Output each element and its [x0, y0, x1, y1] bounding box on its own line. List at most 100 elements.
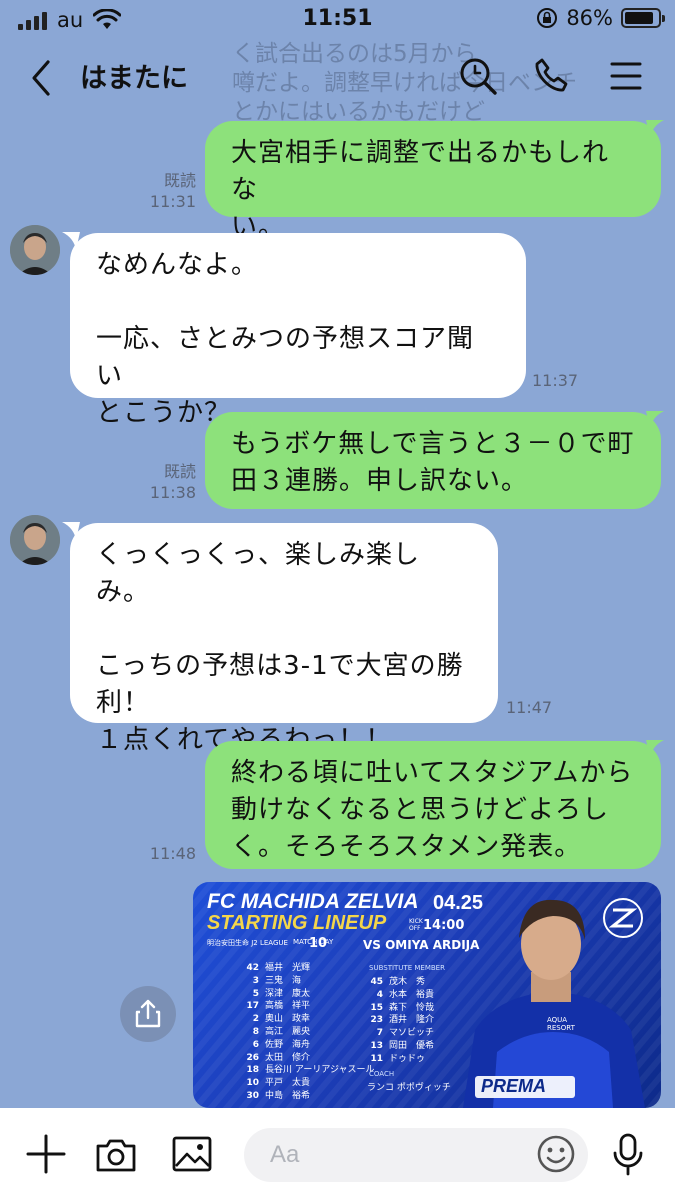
message-time: 11:48 — [149, 844, 196, 863]
avatar-photo — [10, 515, 60, 565]
player-number: 17 — [246, 1001, 259, 1012]
message-line — [96, 284, 500, 321]
team-name: FC MACHIDA ZELVIA — [207, 890, 419, 913]
message-line: く。そろそろスタメン発表。 — [231, 832, 582, 862]
incoming-message[interactable]: なめんなよ。 一応、さとみつの予想スコア聞い とこうか？ — [70, 233, 526, 428]
player-number: 13 — [370, 1040, 383, 1051]
microphone-icon[interactable] — [606, 1132, 650, 1176]
player-number: 30 — [246, 1090, 259, 1101]
player-number: 11 — [370, 1053, 383, 1064]
player-name: 森下 怜哉 — [389, 1002, 435, 1013]
message-time: 11:37 — [532, 371, 579, 390]
sponsor-logo: PREMA — [481, 1076, 547, 1096]
battery-percent: 86% — [566, 6, 613, 30]
search-icon[interactable] — [456, 54, 500, 98]
player-name: ドゥドゥ — [389, 1053, 426, 1064]
player-number: 10 — [246, 1078, 259, 1089]
club-crest-icon — [603, 898, 643, 938]
message-line: こっちの予想は3-1で大宮の勝 — [96, 651, 464, 681]
lineup-row: 10 平戸 太貴 — [237, 1077, 375, 1090]
player-name: 酒井 隆介 — [389, 1015, 435, 1026]
avatar[interactable] — [10, 515, 60, 565]
message-line: 一応、さとみつの予想スコア聞い — [96, 324, 475, 391]
lineup-row: 7 マソビッチ — [361, 1027, 434, 1040]
message-line: なめんなよ。 — [96, 250, 259, 280]
lineup-row: 6 佐野 海舟 — [237, 1039, 375, 1052]
incoming-message[interactable]: くっくっくっ、楽しみ楽しみ。 こっちの予想は3-1で大宮の勝 利！ １点くれてや… — [70, 523, 498, 755]
lineup-row: 18 長谷川 アーリアジャスール — [237, 1064, 375, 1077]
ghost-line: く試合出るのは5月から — [232, 41, 477, 67]
player-name: 福井 光輝 — [265, 963, 311, 973]
lineup-row: 15 森下 怜哉 — [361, 1002, 434, 1015]
player-number: 15 — [370, 1002, 383, 1013]
chat-title[interactable]: はまたに — [80, 56, 188, 95]
bubble-tail — [646, 740, 664, 758]
player-name: 茂木 秀 — [389, 977, 426, 987]
lineup-row: 42 福井 光輝 — [237, 962, 375, 975]
lineup-row: 4 水本 裕貴 — [361, 989, 434, 1002]
message-meta: 既読 11:38 — [140, 461, 196, 503]
outgoing-message[interactable]: 大宮相手に調整で出るかもしれな い。 — [205, 121, 661, 242]
player-number: 2 — [252, 1014, 259, 1025]
lineup-image-message[interactable]: FC MACHIDA ZELVIA 04.25 STARTING LINEUP … — [193, 882, 661, 1108]
match-date: 04.25 — [433, 892, 484, 914]
read-receipt: 既読 — [163, 171, 196, 190]
player-name: 奥山 政幸 — [265, 1014, 311, 1025]
emoji-icon[interactable] — [536, 1134, 576, 1174]
player-name: 長谷川 アーリアジャスール — [265, 1065, 375, 1076]
lineup-row: 5 深津 康太 — [237, 988, 375, 1001]
lineup-row: 8 高江 麗央 — [237, 1026, 375, 1039]
phone-icon[interactable] — [530, 54, 574, 98]
share-button[interactable] — [120, 986, 176, 1042]
status-bar: au 11:51 86% — [0, 0, 675, 40]
opponent-label: VS OMIYA ARDIJA — [363, 938, 480, 952]
starting-lineup-heading: STARTING LINEUP — [207, 912, 387, 934]
starter-list: 42 福井 光輝 3 三鬼 海 5 深津 康太 17 高橋 祥平 2 奥山 政幸 8 高江 麗央 6 佐野… — [237, 962, 375, 1103]
coach-label: COACH — [369, 1070, 395, 1078]
lineup-row: 23 酒井 隆介 — [361, 1014, 434, 1027]
lineup-row: 26 太田 修介 — [237, 1052, 375, 1065]
message-line: もうボケ無しで言うと３－０で町 — [231, 429, 635, 459]
player-number: 23 — [370, 1015, 383, 1026]
message-meta: 既読 11:31 — [140, 170, 196, 212]
coach-name: ランコ ポポヴィッチ — [367, 1083, 451, 1093]
player-number: 42 — [246, 963, 259, 973]
menu-icon[interactable] — [604, 54, 648, 98]
player-name: 平戸 太貴 — [265, 1078, 311, 1089]
image-icon[interactable] — [170, 1132, 214, 1176]
player-number: 6 — [252, 1039, 259, 1050]
league-label: 明治安田生命 J2 LEAGUE — [207, 939, 288, 947]
player-number: 45 — [370, 977, 383, 987]
chevron-left-icon[interactable] — [26, 58, 56, 98]
avatar[interactable] — [10, 225, 60, 275]
player-number: 3 — [252, 975, 259, 986]
substitute-list: 45 茂木 秀 4 水本 裕貴 15 森下 怜哉 23 酒井 隆介 7 マソビッチ 13 岡田 優希 1… — [361, 976, 434, 1066]
player-number: 7 — [376, 1028, 383, 1039]
read-receipt: 既読 — [163, 462, 196, 481]
lineup-row: 13 岡田 優希 — [361, 1040, 434, 1053]
player-name: 太田 修介 — [265, 1052, 311, 1063]
player-name: 佐野 海舟 — [265, 1039, 311, 1050]
message-time: 11:47 — [506, 698, 553, 717]
bubble-tail — [646, 120, 664, 138]
player-name: 高江 麗央 — [265, 1026, 311, 1037]
lineup-row: 11 ドゥドゥ — [361, 1053, 434, 1066]
plus-icon[interactable] — [24, 1132, 68, 1176]
player-number: 5 — [252, 988, 259, 999]
player-name: 高橋 祥平 — [265, 1001, 311, 1012]
camera-icon[interactable] — [94, 1132, 138, 1176]
message-time: 11:31 — [149, 192, 196, 211]
player-name: 岡田 優希 — [389, 1040, 435, 1051]
message-time: 11:38 — [149, 483, 196, 502]
lineup-row: 2 奥山 政幸 — [237, 1013, 375, 1026]
player-name: 深津 康太 — [265, 988, 311, 999]
outgoing-message[interactable]: もうボケ無しで言うと３－０で町 田３連勝。申し訳ない。 — [205, 412, 661, 509]
kickoff-label: KICK OFF — [409, 918, 423, 932]
player-name: 水本 裕貴 — [389, 989, 435, 1000]
player-number: 4 — [376, 989, 383, 1000]
bubble-tail — [646, 411, 664, 429]
avatar-photo — [10, 225, 60, 275]
message-line: 大宮相手に調整で出るかもしれな — [231, 138, 610, 205]
outgoing-message[interactable]: 終わる頃に吐いてスタジアムから 動けなくなると思うけどよろし く。そろそろスタメ… — [205, 741, 661, 869]
lineup-row: 17 高橋 祥平 — [237, 1000, 375, 1013]
